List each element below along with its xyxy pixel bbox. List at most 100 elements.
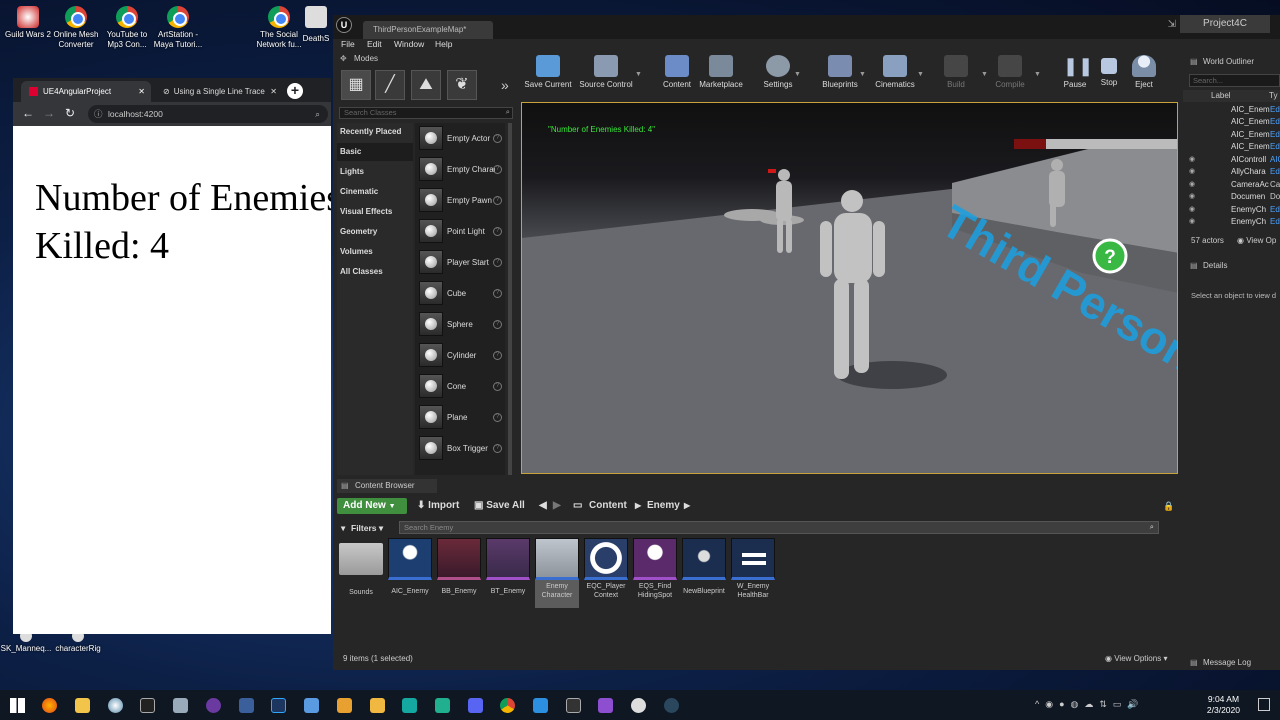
visual-studio-icon[interactable] bbox=[598, 698, 613, 713]
category-lights[interactable]: Lights bbox=[337, 163, 413, 181]
folder-icon[interactable] bbox=[370, 698, 385, 713]
asset-w-enemy-healthbar[interactable]: W_Enemy HealthBar bbox=[731, 538, 775, 608]
search-classes-input[interactable]: Search Classes ⌕ bbox=[339, 107, 513, 119]
save-all-button[interactable]: ▣ Save All bbox=[474, 498, 525, 514]
chrome-icon[interactable] bbox=[500, 698, 515, 713]
epic-games-icon[interactable] bbox=[566, 698, 581, 713]
place-item-box-trigger[interactable]: Box Trigger? bbox=[415, 433, 505, 464]
breadcrumb-enemy[interactable]: Enemy bbox=[647, 498, 680, 514]
category-cinematic[interactable]: Cinematic bbox=[337, 183, 413, 201]
help-icon[interactable]: ? bbox=[493, 444, 502, 453]
asset-aic-enemy[interactable]: AIC_Enemy bbox=[388, 538, 432, 608]
terminal-icon[interactable] bbox=[140, 698, 155, 713]
category-recently-placed[interactable]: Recently Placed bbox=[337, 123, 413, 141]
close-tab-icon[interactable]: ✕ bbox=[138, 81, 145, 102]
help-icon[interactable]: ? bbox=[493, 258, 502, 267]
outliner-row[interactable]: AIC_Enem Ed bbox=[1183, 116, 1280, 128]
outliner-row[interactable]: ◉ EnemyCh Ed bbox=[1183, 216, 1280, 228]
actor-type[interactable]: Ed bbox=[1270, 204, 1280, 216]
desktop-icon-deaths[interactable]: DeathS bbox=[300, 6, 332, 44]
asset-new-blueprint[interactable]: NewBlueprint bbox=[682, 538, 726, 608]
chevron-down-icon[interactable]: ▼ bbox=[917, 71, 924, 78]
menu-edit[interactable]: Edit bbox=[367, 39, 382, 49]
visibility-eye-icon[interactable]: ◉ bbox=[1189, 166, 1195, 178]
asset-enemy-character[interactable]: Enemy Character bbox=[535, 538, 579, 608]
place-item-cylinder[interactable]: Cylinder? bbox=[415, 340, 505, 371]
cinematics-button[interactable]: Cinematics bbox=[873, 55, 917, 93]
message-log-tab[interactable]: ▤ Message Log bbox=[1187, 658, 1251, 667]
firefox-icon[interactable] bbox=[42, 698, 57, 713]
help-icon[interactable]: ? bbox=[493, 413, 502, 422]
history-forward-button[interactable]: ▶ bbox=[553, 498, 561, 514]
actor-type[interactable]: Do bbox=[1270, 191, 1280, 203]
import-button[interactable]: ⬇ Import bbox=[417, 498, 459, 514]
new-tab-button[interactable]: + bbox=[287, 83, 303, 99]
place-item-plane[interactable]: Plane? bbox=[415, 402, 505, 433]
level-viewport[interactable]: ? Third Person "Number of Enemies Killed… bbox=[521, 102, 1178, 474]
place-item-empty-pawn[interactable]: Empty Pawn? bbox=[415, 185, 505, 216]
content-browser-tab[interactable]: ▤ Content Browser bbox=[337, 479, 437, 493]
help-icon[interactable]: ? bbox=[493, 289, 502, 298]
filters-button[interactable]: ▾ Filters ▾ bbox=[341, 521, 396, 535]
marketplace-button[interactable]: Marketplace bbox=[699, 55, 743, 93]
script-icon[interactable] bbox=[304, 698, 319, 713]
notification-icon[interactable] bbox=[1258, 698, 1270, 711]
help-icon[interactable]: ? bbox=[493, 134, 502, 143]
pause-button[interactable]: ❚❚ Pause bbox=[1059, 55, 1093, 93]
actor-type[interactable]: Ed bbox=[1270, 116, 1280, 128]
paint-icon[interactable] bbox=[108, 698, 123, 713]
desktop-icon-artstation[interactable]: ArtStation - Maya Tutori... bbox=[150, 6, 206, 50]
forward-icon[interactable]: → bbox=[43, 106, 55, 120]
steam-icon[interactable] bbox=[664, 698, 679, 713]
stop-button[interactable]: Stop bbox=[1093, 55, 1125, 93]
help-icon[interactable]: ? bbox=[493, 196, 502, 205]
unreal-taskbar-icon[interactable] bbox=[631, 698, 646, 713]
landscape-mode-icon[interactable]: ⛰ bbox=[411, 70, 441, 100]
place-item-cube[interactable]: Cube? bbox=[415, 278, 505, 309]
asset-sounds[interactable]: Sounds bbox=[339, 538, 383, 608]
browser-tab-single-line-trace[interactable]: ⊘ Using a Single Line Trace ✕ bbox=[155, 81, 281, 102]
menu-help[interactable]: Help bbox=[435, 39, 452, 49]
photoshop-icon[interactable] bbox=[271, 698, 286, 713]
chevron-down-icon[interactable]: ▼ bbox=[794, 71, 801, 78]
asset-eqc-player-context[interactable]: EQC_Player Context bbox=[584, 538, 628, 608]
details-tab[interactable]: ▤ Details bbox=[1187, 261, 1227, 270]
visibility-eye-icon[interactable]: ◉ bbox=[1189, 216, 1195, 228]
help-icon[interactable]: ? bbox=[493, 351, 502, 360]
placeable-scrollbar[interactable] bbox=[508, 123, 512, 475]
actor-type[interactable]: AIC bbox=[1270, 154, 1280, 166]
notepad-icon[interactable] bbox=[173, 698, 188, 713]
outliner-row[interactable]: AIC_Enem Ed bbox=[1183, 104, 1280, 116]
desktop-icon-social-network[interactable]: The Social Network fu... bbox=[251, 6, 307, 50]
close-tab-icon[interactable]: ✕ bbox=[270, 81, 277, 102]
history-back-button[interactable]: ◀ bbox=[539, 498, 547, 514]
actor-type[interactable]: Ed bbox=[1270, 216, 1280, 228]
actor-type[interactable]: Ed bbox=[1270, 129, 1280, 141]
visibility-eye-icon[interactable]: ◉ bbox=[1189, 179, 1195, 191]
discord-icon[interactable] bbox=[468, 698, 483, 713]
source-control-status-icon[interactable]: ⇲ bbox=[1168, 19, 1176, 30]
system-clock[interactable]: 9:04 AM 2/3/2020 bbox=[1207, 694, 1240, 716]
chevron-down-icon[interactable]: ▼ bbox=[981, 71, 988, 78]
category-basic[interactable]: Basic bbox=[337, 143, 413, 161]
breadcrumb-content[interactable]: Content bbox=[589, 498, 627, 514]
place-item-player-start[interactable]: Player Start? bbox=[415, 247, 505, 278]
outliner-row[interactable]: ◉ Documen Do bbox=[1183, 191, 1280, 203]
category-volumes[interactable]: Volumes bbox=[337, 243, 413, 261]
compile-button[interactable]: Compile bbox=[993, 55, 1027, 93]
modes-tab[interactable]: ✥ Modes bbox=[338, 53, 398, 65]
game-icon[interactable] bbox=[435, 698, 450, 713]
add-new-button[interactable]: Add New ▼ bbox=[337, 498, 407, 514]
place-item-empty-character[interactable]: Empty Character? bbox=[415, 154, 505, 185]
paint-mode-icon[interactable]: ╱ bbox=[375, 70, 405, 100]
actor-type[interactable]: Ed bbox=[1270, 166, 1280, 178]
map-tab[interactable]: ThirdPersonExampleMap* bbox=[363, 21, 493, 39]
visibility-eye-icon[interactable]: ◉ bbox=[1189, 154, 1195, 166]
visibility-eye-icon[interactable]: ◉ bbox=[1189, 191, 1195, 203]
outliner-row[interactable]: ◉ CameraAc Ca bbox=[1183, 179, 1280, 191]
place-item-cone[interactable]: Cone? bbox=[415, 371, 505, 402]
help-icon[interactable]: ? bbox=[493, 320, 502, 329]
outliner-col-type[interactable]: Ty bbox=[1269, 90, 1277, 102]
outliner-row[interactable]: ◉ AllyChara Ed bbox=[1183, 166, 1280, 178]
outliner-row[interactable]: AIC_Enem Ed bbox=[1183, 141, 1280, 153]
